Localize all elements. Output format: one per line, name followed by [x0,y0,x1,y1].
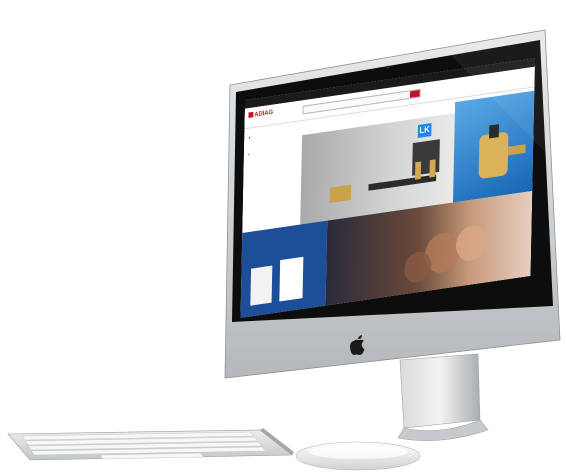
imac-stand [397,353,489,441]
boilers-illustration [250,256,304,306]
website-page: ADIAG ▲ ✎ LK [240,58,536,318]
search-button[interactable] [409,89,420,98]
screen: ADIAG ▲ ✎ LK [240,58,536,318]
site-logo[interactable]: ADIAG [248,109,273,120]
keyboard-icon[interactable] [7,428,294,461]
imac-scene: ADIAG ▲ ✎ LK [7,29,561,471]
left-item-icon[interactable]: ▲ [248,135,251,140]
logo-mark-icon [248,111,254,118]
logo-text: ADIAG [254,109,274,119]
mouse-icon[interactable] [295,441,421,471]
left-item-icon-2[interactable]: ✎ [248,152,251,157]
left-column: ▲ ✎ [242,121,303,206]
bottom-left-banner[interactable] [240,220,328,318]
